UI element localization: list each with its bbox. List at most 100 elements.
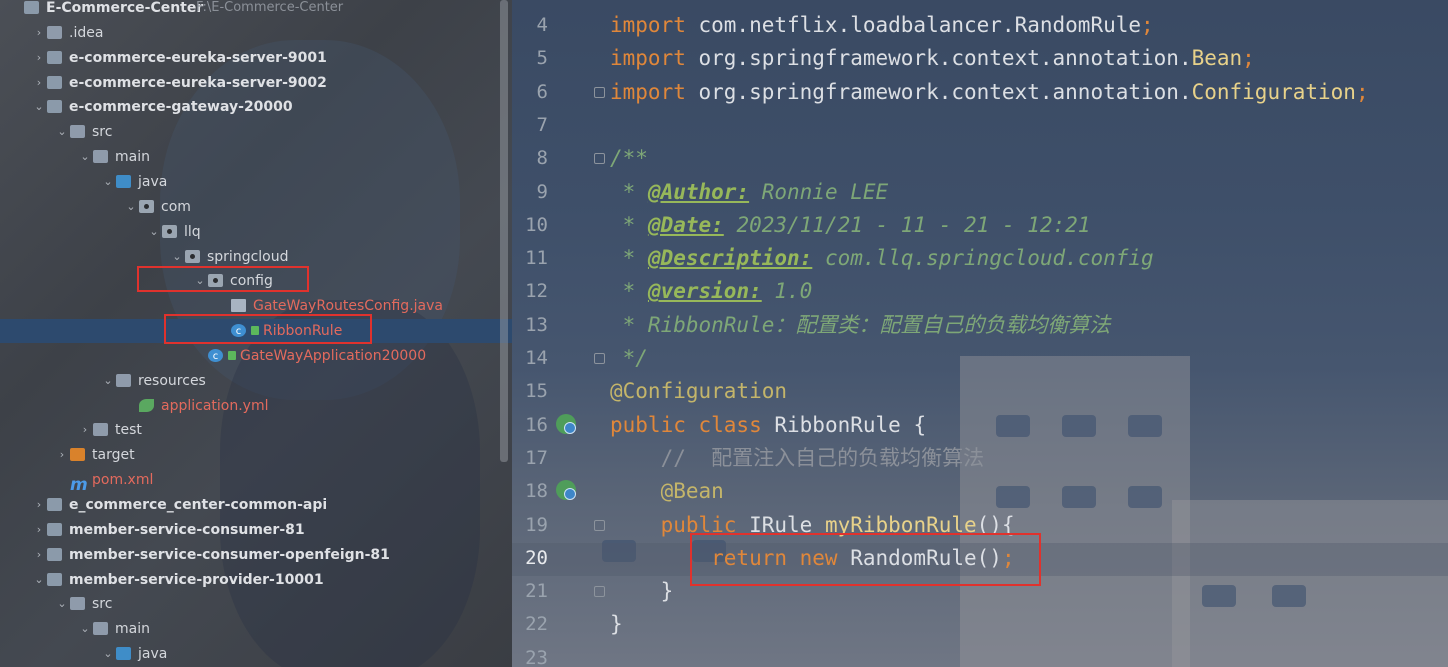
fold-marker-icon[interactable] [594, 86, 605, 98]
chevron-right-icon[interactable]: › [33, 493, 45, 517]
tree-item[interactable]: ⌄ llq [0, 220, 512, 244]
tree-item-label: main [115, 621, 150, 638]
tree-item[interactable]: › target [0, 443, 512, 467]
tree-item[interactable]: › .idea [0, 21, 512, 45]
editor-gutter[interactable]: 4 5 6 7 8 9 10 11 12 13 14 15 16 17 18 19 20 21 22 23 [512, 0, 605, 667]
chevron-right-icon[interactable]: › [79, 418, 91, 442]
code-token: RibbonRule { [774, 412, 927, 437]
chevron-down-icon[interactable]: ⌄ [56, 592, 68, 616]
fold-marker-icon[interactable] [594, 353, 605, 364]
tree-item[interactable]: c GateWayApplication20000 [0, 344, 512, 368]
chevron-down-icon[interactable]: ⌄ [56, 120, 68, 144]
tree-item[interactable]: ⌄ com [0, 195, 512, 219]
code-line[interactable]: * @version: 1.0 [610, 275, 813, 308]
chevron-right-icon[interactable]: › [33, 46, 45, 70]
line-number: 16 [525, 413, 548, 436]
line-number: 17 [525, 446, 548, 469]
tree-item[interactable]: ⌄ main [0, 145, 512, 169]
code-line[interactable]: * @Description: com.llq.springcloud.conf… [610, 242, 1154, 275]
background-artwork [1272, 585, 1306, 607]
module-icon [47, 498, 62, 511]
chevron-down-icon[interactable]: ⌄ [102, 170, 114, 194]
code-token: @Date: [647, 212, 724, 237]
background-artwork [1202, 585, 1236, 607]
chevron-down-icon[interactable]: ⌄ [33, 95, 45, 119]
fold-marker-icon[interactable] [594, 586, 605, 598]
code-line[interactable]: import com.netflix.loadbalancer.RandomRu… [610, 9, 1154, 42]
chevron-down-icon[interactable]: ⌄ [102, 642, 114, 666]
code-token: org.springframework.context.annotation. [685, 79, 1192, 104]
background-artwork [1172, 500, 1448, 667]
chevron-down-icon[interactable]: ⌄ [79, 617, 91, 641]
tree-item[interactable]: › e-commerce-eureka-server-9001 [0, 46, 512, 70]
line-number: 15 [525, 380, 548, 403]
code-token: @version: [647, 279, 762, 304]
code-editor[interactable]: 4 5 6 7 8 9 10 11 12 13 14 15 16 17 18 19 20 21 22 23 impor… [512, 0, 1448, 667]
chevron-down-icon[interactable]: ⌄ [148, 220, 160, 244]
tree-item[interactable]: › member-service-consumer-81 [0, 518, 512, 542]
chevron-right-icon[interactable]: › [33, 21, 45, 45]
tree-item[interactable]: › e_commerce_center-common-api [0, 493, 512, 517]
line-number: 22 [525, 613, 548, 636]
chevron-right-icon[interactable]: › [56, 443, 68, 467]
chevron-down-icon[interactable]: ⌄ [79, 145, 91, 169]
code-line[interactable]: */ [610, 342, 648, 375]
code-token: com.netflix.loadbalancer.RandomRule [685, 13, 1142, 37]
tree-item[interactable]: ⌄ java [0, 170, 512, 194]
tree-item[interactable]: E-Commerce-Center F:\E-Commerce-Center [0, 0, 512, 20]
chevron-right-icon[interactable]: › [33, 518, 45, 542]
tree-item[interactable]: ⌄ e-commerce-gateway-20000 [0, 95, 512, 119]
code-line[interactable]: @Configuration [610, 375, 787, 408]
code-line[interactable]: public class RibbonRule { [610, 409, 926, 442]
tree-item[interactable]: ⌄ src [0, 120, 512, 144]
project-path: F:\E-Commerce-Center [196, 0, 344, 15]
chevron-right-icon[interactable]: › [33, 71, 45, 95]
fold-marker-icon[interactable] [594, 519, 605, 531]
chevron-down-icon[interactable]: ⌄ [33, 568, 45, 592]
code-line[interactable]: * RibbonRule：配置类：配置自己的负载均衡算法 [610, 309, 1111, 342]
tree-item[interactable]: › e-commerce-eureka-server-9002 [0, 71, 512, 95]
tree-item[interactable]: › test [0, 418, 512, 442]
code-line[interactable]: import org.springframework.context.annot… [610, 42, 1255, 75]
code-line[interactable]: /** [610, 142, 648, 175]
background-artwork [1062, 415, 1096, 437]
code-token: @Description: [647, 246, 813, 271]
chevron-down-icon[interactable]: ⌄ [102, 369, 114, 393]
resources-folder-icon [116, 373, 131, 387]
tree-item[interactable]: › member-service-consumer-openfeign-81 [0, 543, 512, 567]
code-line[interactable]: // 配置注入自己的负载均衡算法 [610, 442, 985, 475]
fold-marker-icon[interactable] [594, 153, 605, 165]
tree-item[interactable]: ⌄ main [0, 617, 512, 641]
tree-item[interactable]: m pom.xml [0, 468, 512, 496]
tree-item[interactable]: ⌄ springcloud [0, 245, 512, 269]
code-line[interactable]: @Bean [610, 475, 724, 508]
line-number: 7 [536, 113, 548, 136]
module-icon [24, 1, 39, 14]
code-token: ; [1141, 13, 1154, 37]
chevron-right-icon[interactable]: › [33, 543, 45, 567]
code-token: import [610, 46, 686, 71]
code-line[interactable]: import org.springframework.context.annot… [610, 76, 1369, 109]
maven-icon: m [70, 475, 88, 496]
code-line[interactable]: * @Date: 2023/11/21 - 11 - 21 - 12:21 [610, 209, 1091, 242]
code-line[interactable]: } [610, 608, 623, 641]
chevron-down-icon[interactable]: ⌄ [125, 195, 137, 219]
tree-item[interactable]: application.yml [0, 394, 512, 418]
spring-bean-method-icon[interactable] [556, 480, 576, 501]
tree-scrollbar[interactable] [500, 0, 508, 462]
code-line[interactable]: } [610, 575, 674, 608]
code-line[interactable]: * @Author: Ronnie LEE [610, 176, 889, 209]
code-token: ; [1355, 79, 1369, 104]
tree-item-label: E-Commerce-Center [46, 0, 204, 16]
code-token: ; [1242, 46, 1255, 71]
tree-item[interactable]: ⌄ java [0, 642, 512, 666]
spring-bean-class-icon[interactable] [556, 413, 576, 434]
folder-icon [93, 423, 108, 437]
code-token: import [610, 79, 686, 104]
tree-item[interactable]: ⌄ resources [0, 369, 512, 393]
code-token: * [610, 246, 648, 271]
chevron-down-icon[interactable]: ⌄ [171, 245, 183, 269]
tree-item[interactable]: ⌄ src [0, 592, 512, 616]
tree-item[interactable]: ⌄ member-service-provider-10001 [0, 568, 512, 592]
tree-item-label: e-commerce-eureka-server-9002 [69, 74, 327, 91]
